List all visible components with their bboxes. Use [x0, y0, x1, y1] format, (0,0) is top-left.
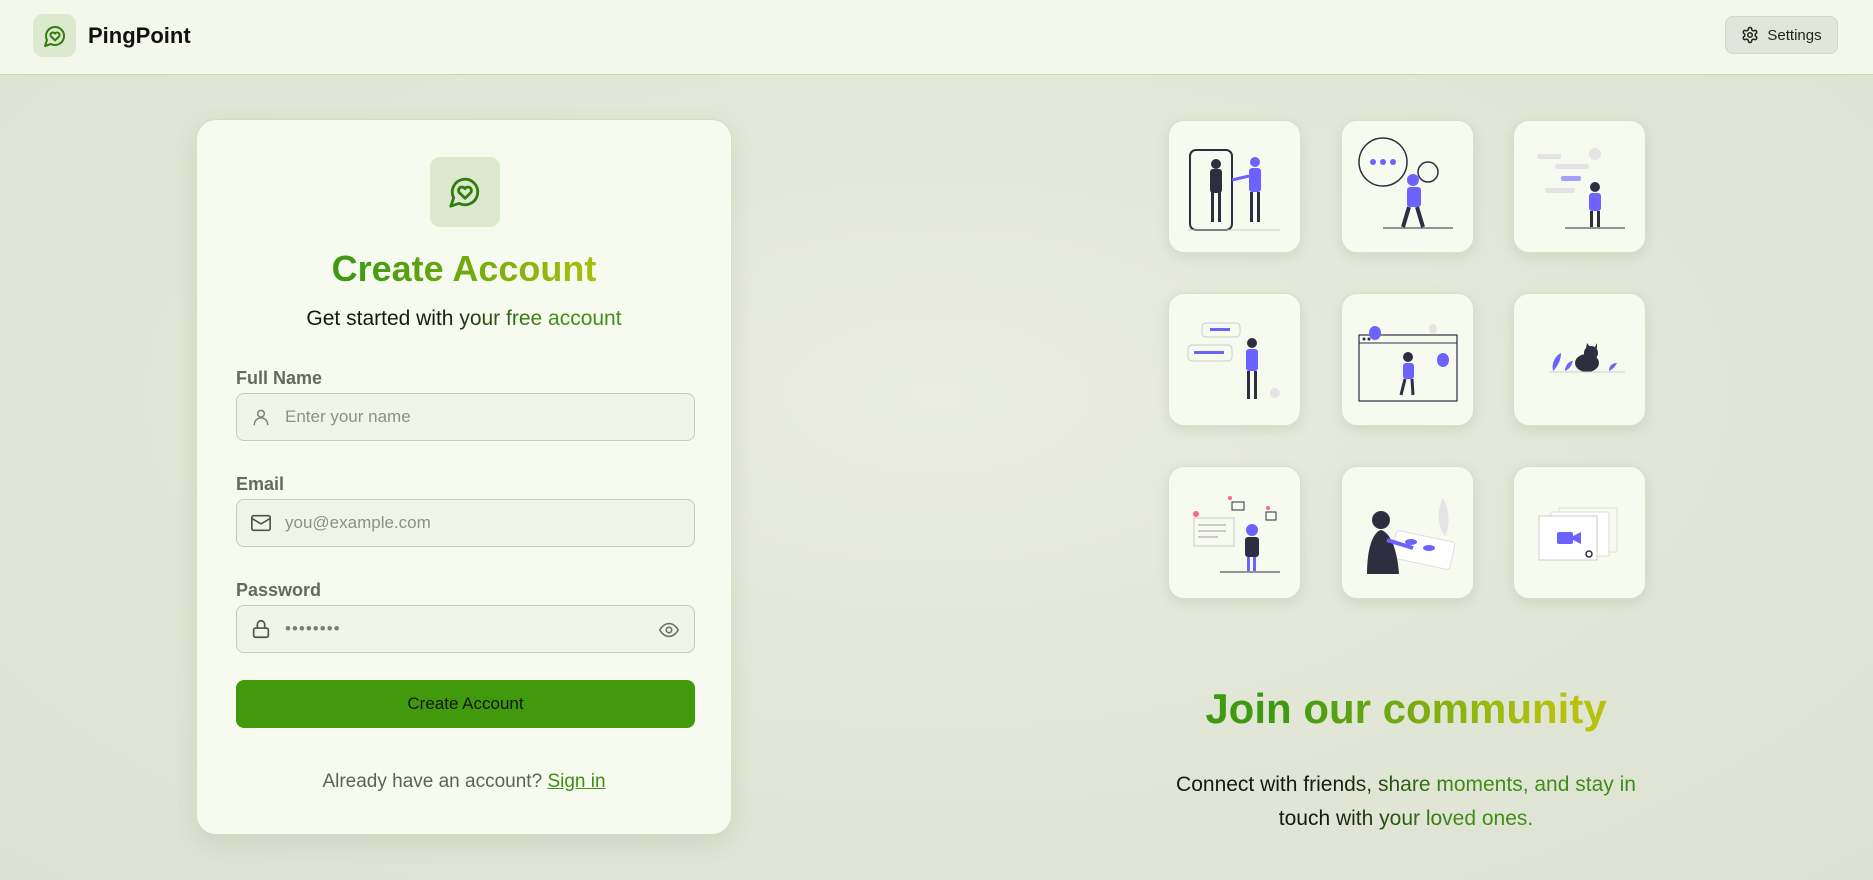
photo-sharing-illustration — [1341, 466, 1474, 599]
signup-card: Create Account Get started with your fre… — [196, 119, 732, 835]
cat-plants-illustration — [1513, 293, 1646, 426]
eye-icon[interactable] — [656, 617, 682, 643]
video-call-illustration — [1513, 466, 1646, 599]
password-field[interactable]: •••••••• — [236, 605, 695, 653]
name-label: Full Name — [236, 368, 323, 388]
page-subtitle: Get started with your free account — [197, 307, 731, 331]
password-value: •••••••• — [285, 619, 341, 638]
user-icon — [237, 393, 285, 441]
email-placeholder: you@example.com — [285, 513, 431, 532]
chat-heart-icon — [33, 14, 76, 57]
create-account-button[interactable]: Create Account — [236, 680, 695, 728]
community-text: Connect with friends, share moments, and… — [1150, 768, 1662, 836]
gear-icon — [1742, 26, 1758, 44]
settings-button[interactable]: Settings — [1725, 16, 1838, 54]
browser-balloons-illustration — [1341, 293, 1474, 426]
password-label: Password — [236, 580, 322, 600]
mail-icon — [237, 499, 285, 547]
chat-bubble-illustration — [1341, 120, 1474, 253]
settings-label: Settings — [1767, 26, 1822, 44]
phone-handshake-illustration — [1168, 120, 1301, 253]
conversation-illustration — [1168, 293, 1301, 426]
chat-heart-icon — [430, 157, 500, 227]
community-title: Join our community — [1106, 685, 1706, 733]
messaging-illustration — [1513, 120, 1646, 253]
email-label: Email — [236, 474, 285, 494]
signin-link[interactable]: Sign in — [547, 771, 605, 792]
page-title: Create Account — [197, 248, 731, 290]
name-field[interactable]: Enter your name — [236, 393, 695, 441]
name-placeholder: Enter your name — [285, 407, 411, 426]
signin-prompt: Already have an account? — [322, 771, 543, 792]
top-bar: PingPoint Settings — [0, 0, 1873, 75]
notifications-illustration — [1168, 466, 1301, 599]
lock-icon — [237, 605, 285, 653]
brand[interactable]: PingPoint — [33, 14, 191, 57]
signin-prompt-line: Already have an account? Sign in — [197, 771, 731, 793]
app-name: PingPoint — [88, 22, 191, 48]
email-field[interactable]: you@example.com — [236, 499, 695, 547]
